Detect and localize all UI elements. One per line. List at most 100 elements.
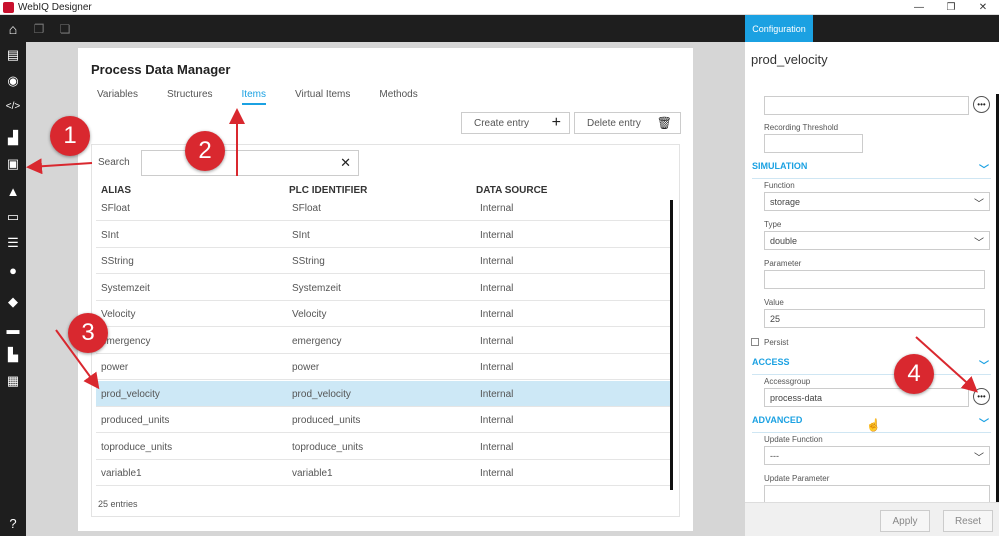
cell-data-source: Internal [480,362,514,373]
export-icon[interactable]: ▙ [0,344,26,366]
code-icon[interactable]: </> [0,95,26,117]
user-icon[interactable]: ● [0,259,26,281]
tab-virtual-items[interactable]: Virtual Items [295,89,350,105]
cell-alias: Systemzeit [101,282,150,294]
accessgroup-more-icon[interactable]: ••• [973,388,990,405]
top-more-icon[interactable]: ••• [973,96,990,113]
value-input[interactable]: 25 [764,309,985,328]
warning-icon[interactable]: ▲ [0,180,26,202]
cell-alias: produced_units [101,415,170,426]
recording-threshold-input[interactable] [764,134,863,153]
cell-plc-identifier: toproduce_units [292,441,364,453]
media-icon[interactable]: ▭ [0,206,26,228]
configuration-panel: prod_velocity ••• Recording Threshold SI… [745,42,999,536]
cell-data-source: Internal [480,415,514,426]
clear-search-icon[interactable]: ✕ [340,155,351,171]
cell-alias: SString [101,256,134,267]
function-value: storage [770,196,801,207]
callout-2: 2 [185,131,225,171]
hand-cursor-icon: ☝ [866,418,881,432]
cell-data-source: Internal [480,203,514,214]
factory-icon[interactable]: ▟ [0,127,26,149]
function-select[interactable]: storage ﹀ [764,192,990,211]
maximize-button[interactable]: ❐ [935,2,967,13]
update-parameter-label: Update Parameter [764,474,830,483]
table-row[interactable]: emergency emergency Internal [96,328,671,354]
tab-variables[interactable]: Variables [97,89,138,105]
accessgroup-input[interactable]: process-data [764,388,969,407]
list-icon[interactable]: ☰ [0,232,26,254]
config-title: prod_velocity [751,52,828,67]
cell-alias: prod_velocity [101,388,160,400]
minimize-button[interactable]: — [903,2,935,13]
table-row[interactable]: variable1 variable1 Internal [96,460,671,486]
accessgroup-label: Accessgroup [764,377,811,386]
cell-plc-identifier: Systemzeit [292,282,341,294]
tab-methods[interactable]: Methods [379,89,417,105]
cell-alias: Velocity [101,309,136,320]
window-controls: — ❐ ✕ [903,2,999,13]
table-row[interactable]: produced_units produced_units Internal [96,407,671,433]
table-row[interactable]: power power Internal [96,354,671,380]
section-advanced-label: ADVANCED [752,415,803,425]
callout-3: 3 [68,313,108,353]
tab-items[interactable]: Items [241,89,266,105]
section-simulation[interactable]: SIMULATION ﹀ [752,161,991,179]
persist-label: Persist [764,338,789,347]
create-entry-button[interactable]: Create entry + [461,112,570,134]
function-label: Function [764,181,795,190]
table-row[interactable]: prod_velocity prod_velocity Internal [96,380,671,407]
process-data-manager: Process Data Manager Variables Structure… [78,48,693,531]
home-icon[interactable]: ⌂ [0,15,26,42]
entries-count: 25 entries [98,499,138,509]
cell-plc-identifier: prod_velocity [292,388,351,400]
paste-icon[interactable]: ❏ [52,15,78,42]
cell-plc-identifier: produced_units [292,415,361,426]
reset-button[interactable]: Reset [943,510,993,532]
update-function-select[interactable]: --- ﹀ [764,446,990,465]
section-access[interactable]: ACCESS ﹀ [752,357,991,375]
chevron-down-icon: ﹀ [974,199,984,210]
grid-icon[interactable]: ▦ [0,370,26,392]
search-input[interactable]: ✕ [141,150,359,176]
tab-configuration[interactable]: Configuration [745,15,813,42]
cell-alias: SInt [101,229,119,241]
chevron-down-icon: ﹀ [974,238,984,249]
chevron-down-icon: ﹀ [974,453,984,464]
copy-icon[interactable]: ❐ [26,15,52,42]
top-field[interactable] [764,96,969,115]
update-function-label: Update Function [764,435,823,444]
cell-data-source: Internal [480,441,514,453]
table-row[interactable]: toproduce_units toproduce_units Internal [96,434,671,460]
apply-button[interactable]: Apply [880,510,930,532]
cell-plc-identifier: SFloat [292,203,321,214]
cell-plc-identifier: variable1 [292,468,333,479]
parameter-input[interactable] [764,270,985,289]
help-icon[interactable]: ? [0,512,26,534]
cell-data-source: Internal [480,309,514,320]
tab-bar: Variables Structures Items Virtual Items… [97,89,447,105]
persist-checkbox[interactable] [751,338,759,346]
cell-alias: emergency [101,335,151,347]
monitor-settings-icon[interactable]: ▬ [0,318,26,340]
delete-entry-label: Delete entry [587,117,641,129]
type-select[interactable]: double ﹀ [764,231,990,250]
app-logo-icon [3,1,14,13]
process-data-icon[interactable]: ▣ [0,153,26,175]
config-footer: Apply Reset [745,502,999,536]
table-row[interactable]: SFloat SFloat Internal [96,195,671,221]
layout-icon[interactable]: ▤ [0,44,26,66]
table-row[interactable]: Systemzeit Systemzeit Internal [96,275,671,301]
delete-entry-button[interactable]: Delete entry 🗑 [574,112,681,134]
table-row[interactable]: SInt SInt Internal [96,222,671,248]
cell-data-source: Internal [480,229,514,241]
globe-icon[interactable]: ◉ [0,70,26,92]
tab-structures[interactable]: Structures [167,89,213,105]
close-button[interactable]: ✕ [967,2,999,13]
type-value: double [770,235,798,246]
sidebar: ▤ ◉ </> ▟ ▣ ▲ ▭ ☰ ● ◆ ▬ ▙ ▦ ? [0,42,26,536]
table-row[interactable]: Velocity Velocity Internal [96,301,671,327]
package-icon[interactable]: ◆ [0,291,26,313]
table-scrollbar[interactable] [670,200,673,490]
table-row[interactable]: SString SString Internal [96,248,671,274]
